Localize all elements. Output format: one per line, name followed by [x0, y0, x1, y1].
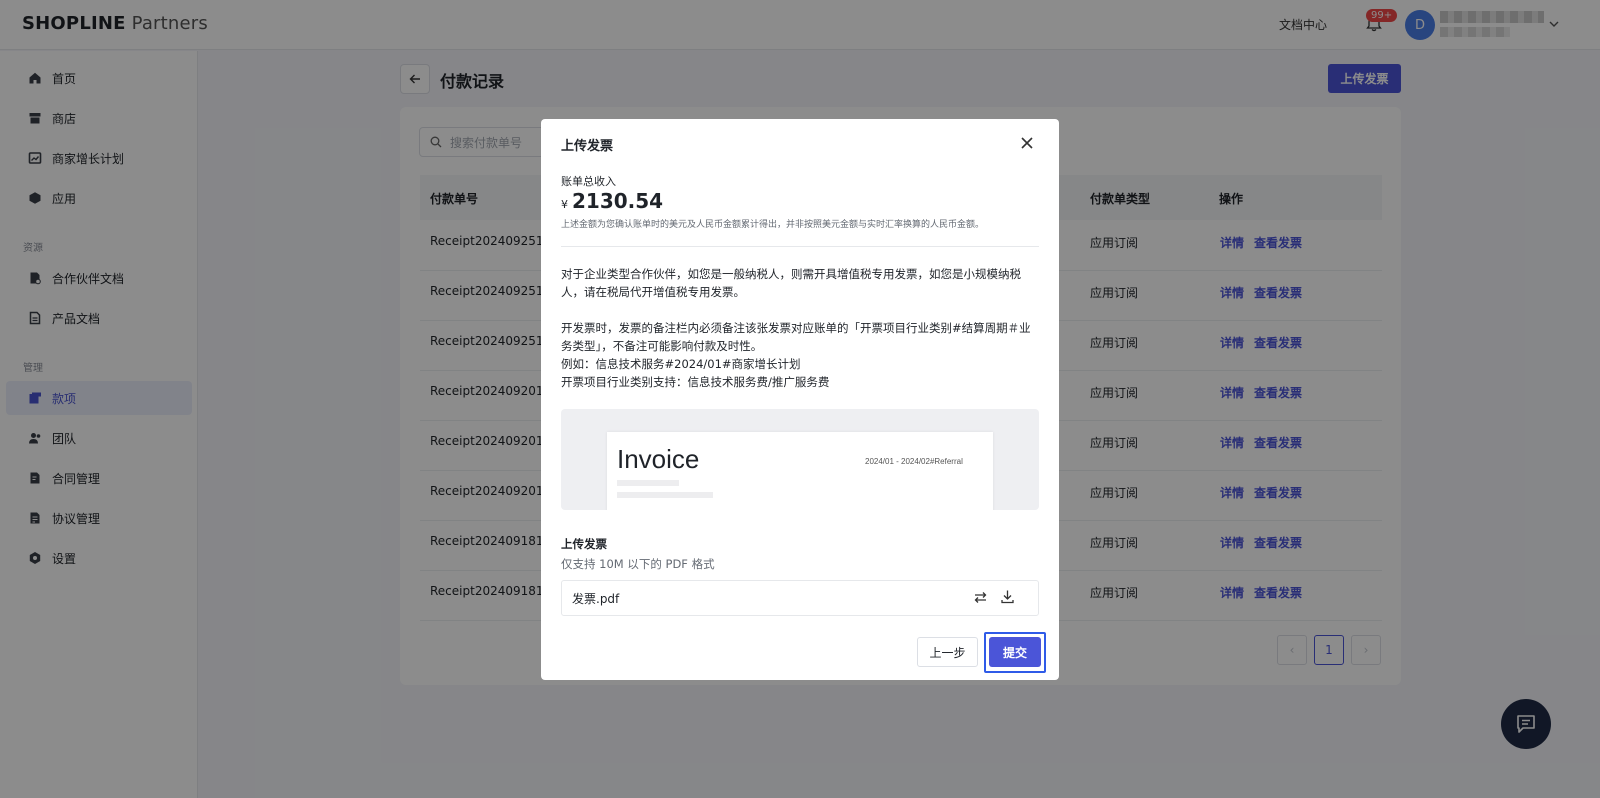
invoice-sample-line	[617, 480, 679, 486]
invoice-sample-title: Invoice	[617, 444, 700, 474]
submit-button[interactable]: 提交	[989, 637, 1041, 667]
uploaded-file-row: 发票.pdf	[561, 580, 1039, 616]
modal-title: 上传发票	[561, 139, 614, 154]
close-icon[interactable]	[1019, 135, 1035, 151]
upload-section-title: 上传发票	[561, 537, 607, 551]
amount-note: 上述金额为您确认账单时的美元及人民币金额累计得出，并非按照美元金额与实时汇率换算…	[561, 220, 985, 230]
download-icon[interactable]	[1000, 589, 1015, 604]
invoice-sample-paper: Invoice 2024/01 - 2024/02#Referral	[607, 432, 993, 510]
total-income-amount: ¥ 2130.54	[561, 189, 663, 213]
invoice-sample-line	[617, 492, 713, 498]
taxpayer-instruction: 对于企业类型合作伙伴，如您是一般纳税人，则需开具增值税专用发票，如您是小规模纳税…	[561, 267, 1021, 299]
remark-example: 例如：信息技术服务#2024/01#商家增长计划	[561, 357, 801, 371]
currency-symbol: ¥	[561, 198, 568, 211]
remark-instruction: 开发票时，发票的备注栏内必须备注该张发票对应账单的「开票项目行业类别#结算周期＃…	[561, 321, 1031, 353]
total-income-label: 账单总收入	[561, 175, 616, 188]
divider	[561, 246, 1039, 247]
amount-value: 2130.54	[572, 189, 664, 213]
category-support: 开票项目行业类别支持：信息技术服务费/推广服务费	[561, 375, 830, 389]
upload-hint: 仅支持 10M 以下的 PDF 格式	[561, 557, 715, 571]
previous-step-button[interactable]: 上一步	[917, 637, 978, 667]
invoice-sample-period: 2024/01 - 2024/02#Referral	[865, 457, 963, 466]
replace-icon[interactable]	[973, 590, 988, 605]
file-name: 发票.pdf	[572, 591, 620, 606]
invoice-preview: Invoice 2024/01 - 2024/02#Referral	[561, 409, 1039, 510]
upload-invoice-modal: 上传发票 账单总收入 ¥ 2130.54 上述金额为您确认账单时的美元及人民币金…	[541, 119, 1059, 680]
